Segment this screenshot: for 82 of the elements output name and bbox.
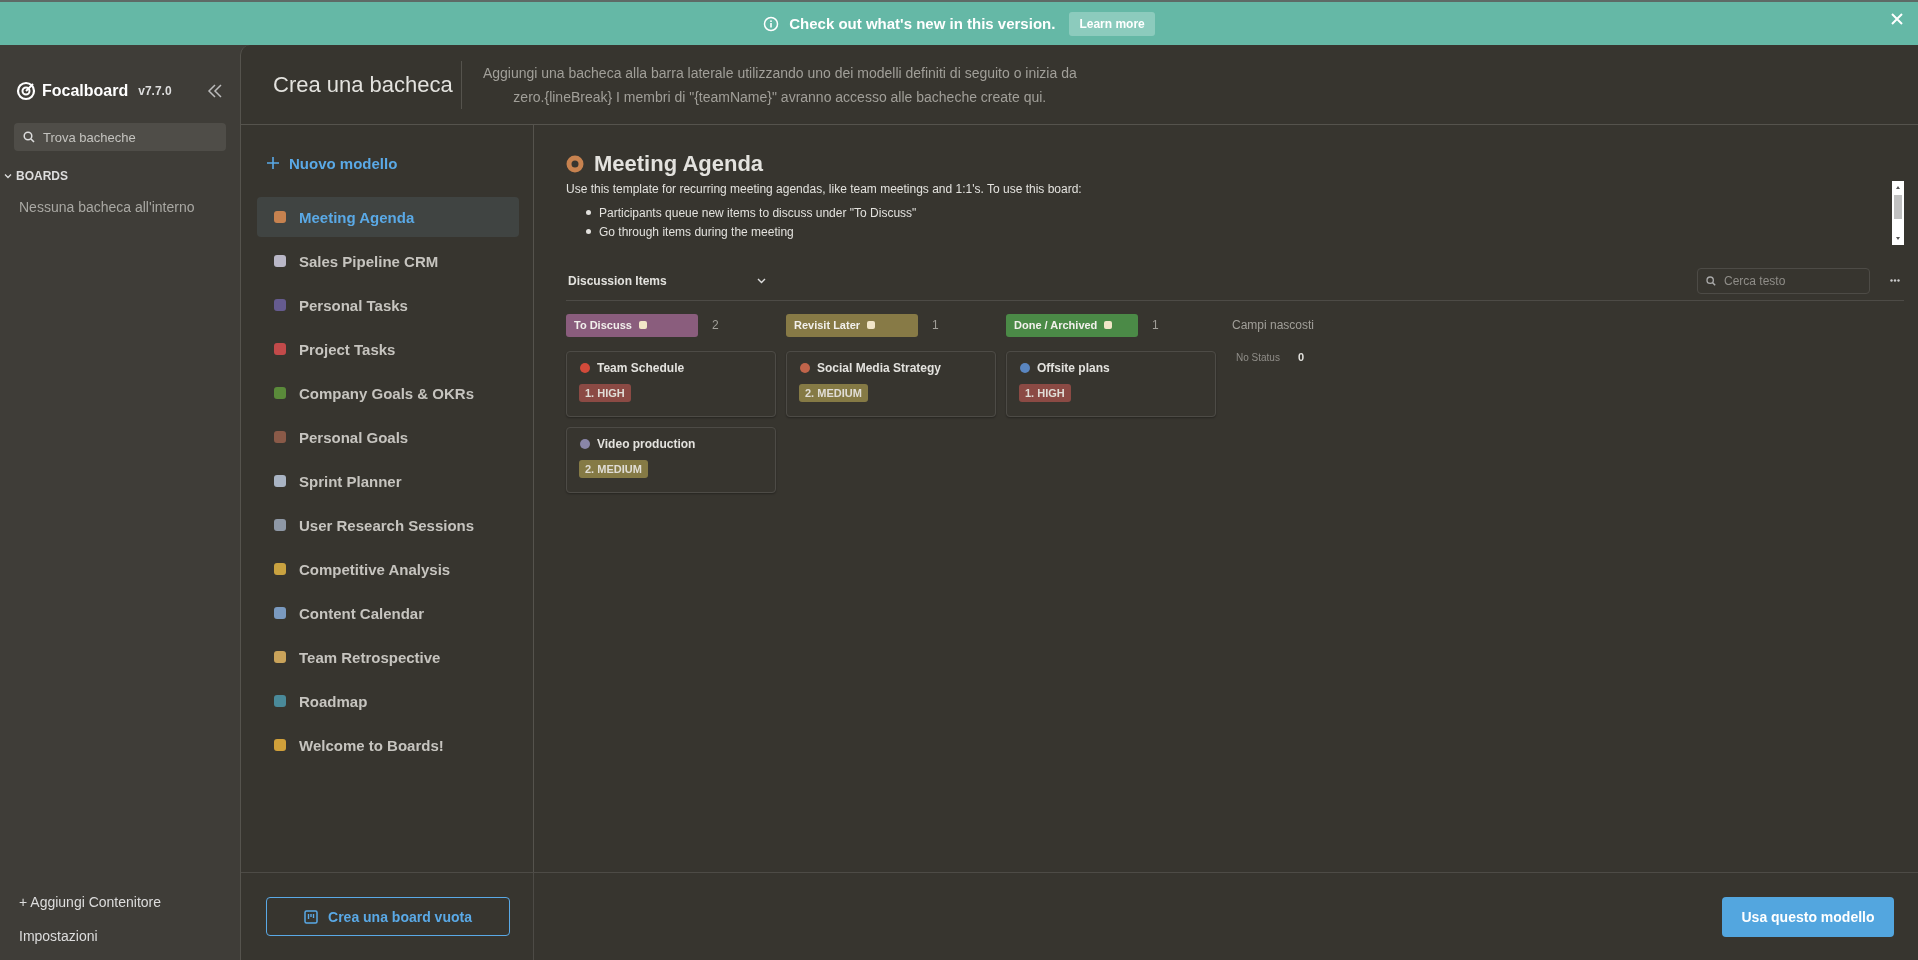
- template-title: Meeting Agenda: [594, 151, 764, 177]
- column-count: 1: [932, 318, 939, 332]
- template-icon: [273, 474, 287, 488]
- priority-tag: 1. HIGH: [579, 384, 631, 402]
- board-card[interactable]: Offsite plans 1. HIGH: [1006, 351, 1216, 417]
- collapse-sidebar-button[interactable]: [206, 83, 224, 99]
- card-title: Video production: [597, 437, 696, 451]
- template-icon: [273, 254, 287, 268]
- column-count: 1: [1152, 318, 1159, 332]
- template-icon: [273, 210, 287, 224]
- dialog-title: Crea una bacheca: [273, 60, 462, 109]
- info-icon: [763, 15, 780, 32]
- template-item[interactable]: User Research Sessions: [257, 505, 519, 545]
- template-icon: [273, 386, 287, 400]
- template-icon: [273, 430, 287, 444]
- column-tag[interactable]: To Discuss: [566, 313, 698, 337]
- column-count: 2: [712, 318, 719, 332]
- card-icon: [579, 362, 591, 374]
- text-search-field[interactable]: Cerca testo: [1697, 267, 1870, 294]
- template-item[interactable]: Welcome to Boards!: [257, 725, 519, 765]
- card-icon: [1019, 362, 1031, 374]
- template-item[interactable]: Project Tasks: [257, 329, 519, 369]
- template-icon: [273, 738, 287, 752]
- template-item[interactable]: Company Goals & OKRs: [257, 373, 519, 413]
- donut-icon: [566, 155, 584, 173]
- board-card[interactable]: Social Media Strategy 2. MEDIUM: [786, 351, 996, 417]
- card-title: Team Schedule: [597, 361, 685, 375]
- search-icon: [23, 131, 35, 143]
- template-icon: [273, 518, 287, 532]
- search-icon: [1706, 275, 1716, 286]
- chevron-icon: [4, 172, 12, 180]
- hidden-column-count: 0: [1297, 351, 1305, 363]
- plus-icon: [267, 157, 279, 169]
- priority-tag: 2. MEDIUM: [799, 384, 868, 402]
- board-card[interactable]: Video production 2. MEDIUM: [566, 427, 776, 493]
- priority-tag: 2. MEDIUM: [579, 460, 648, 478]
- add-category-link[interactable]: + Aggiungi Contenitore: [19, 894, 221, 910]
- instruction-bullet: Participants queue new items to discuss under "To Discuss": [599, 204, 917, 221]
- template-item[interactable]: Personal Tasks: [257, 285, 519, 325]
- dialog-description: Aggiungi una bacheca alla barra laterale utilizzando uno dei modelli definiti di seguito o inizia da zero.{lineBreak} I membri di "{teamName}" avranno accesso alle bacheche create qui.: [481, 63, 1078, 107]
- template-icon: [273, 694, 287, 708]
- hidden-columns-label: Campi nascosti: [1232, 317, 1315, 334]
- board-icon: [304, 909, 319, 924]
- create-empty-board-button[interactable]: Crea una board vuota: [266, 897, 510, 936]
- scrollbar[interactable]: [1892, 181, 1904, 245]
- boards-section-header[interactable]: BOARDS: [4, 169, 240, 183]
- empty-boards-text: Nessuna bacheca all'interno: [19, 199, 196, 215]
- card-title: Offsite plans: [1037, 361, 1110, 375]
- column-tag[interactable]: Done / Archived: [1006, 313, 1138, 337]
- template-item[interactable]: Team Retrospective: [257, 637, 519, 677]
- template-item[interactable]: Sprint Planner: [257, 461, 519, 501]
- template-icon: [273, 342, 287, 356]
- chevron-icon: [756, 277, 766, 284]
- version-label: v7.7.0: [138, 84, 172, 98]
- hidden-column-name: No Status: [1236, 351, 1280, 363]
- card-icon: [579, 438, 591, 450]
- settings-link[interactable]: Impostazioni: [19, 928, 221, 944]
- template-item[interactable]: Sales Pipeline CRM: [257, 241, 519, 281]
- column-tag[interactable]: Revisit Later: [786, 313, 918, 337]
- bullet-icon: [586, 210, 591, 215]
- board-card[interactable]: Team Schedule 1. HIGH: [566, 351, 776, 417]
- logo-icon: [16, 81, 36, 101]
- card-icon: [799, 362, 811, 374]
- priority-tag: 1. HIGH: [1019, 384, 1071, 402]
- view-selector[interactable]: Discussion Items: [566, 273, 768, 288]
- template-icon: [273, 650, 287, 664]
- card-title: Social Media Strategy: [817, 361, 942, 375]
- template-item[interactable]: Content Calendar: [257, 593, 519, 633]
- template-description: Use this template for recurring meeting agendas, like team meetings and 1:1's. To use this board:: [566, 181, 1083, 197]
- template-icon: [273, 298, 287, 312]
- template-item[interactable]: Roadmap: [257, 681, 519, 721]
- new-template-button[interactable]: Nuovo modello: [257, 145, 519, 181]
- banner-message: Check out what's new in this version.: [789, 15, 1056, 32]
- template-item[interactable]: Personal Goals: [257, 417, 519, 457]
- app-name: Focalboard: [42, 82, 129, 100]
- template-icon: [273, 606, 287, 620]
- template-item[interactable]: Meeting Agenda: [257, 197, 519, 237]
- template-item[interactable]: Competitive Analysis: [257, 549, 519, 589]
- board-search-field[interactable]: Trova bacheche: [14, 123, 226, 151]
- instruction-bullet: Go through items during the meeting: [599, 223, 794, 240]
- bullet-icon: [586, 229, 591, 234]
- template-icon: [273, 562, 287, 576]
